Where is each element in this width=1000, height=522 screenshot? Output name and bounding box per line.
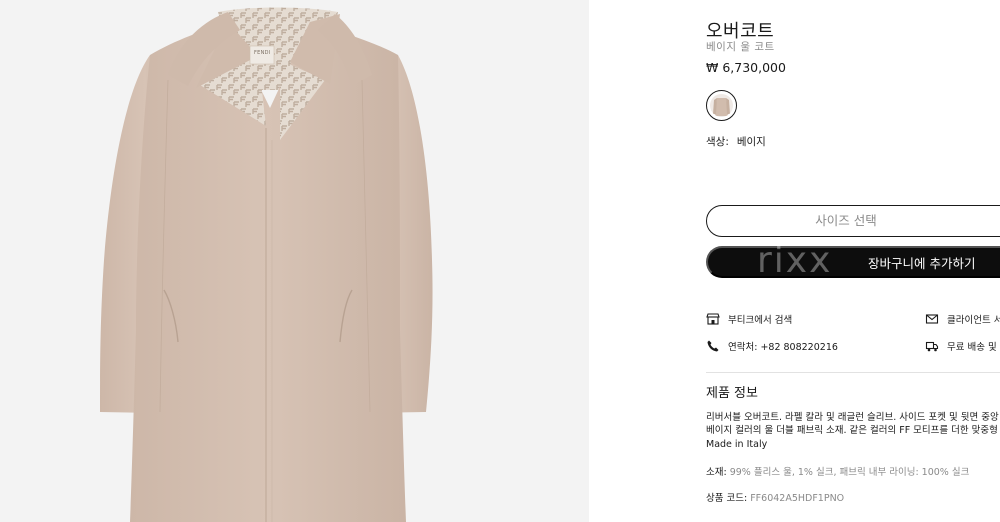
boutique-search-link[interactable]: 부티크에서 검색 (706, 312, 792, 326)
color-value: 베이지 (736, 136, 766, 148)
description-line-1: 리버서블 오버코트. 라펠 칼라 및 래글런 슬리브. 사이드 포켓 및 뒷면 … (706, 412, 999, 423)
product-image[interactable]: FENDI (0, 0, 589, 522)
add-to-cart-label: 장바구니에 추가하기 (868, 256, 976, 271)
client-service-label: 클라이언트 서 (947, 315, 1000, 326)
boutique-search-label: 부티크에서 검색 (728, 315, 793, 326)
truck-icon (925, 339, 939, 353)
product-code-row: 상품 코드: FF6042A5HDF1PNO (706, 490, 844, 504)
store-icon (706, 312, 720, 326)
description-line-2: 베이지 컬러의 울 더블 패브릭 소재. 같은 컬러의 FF 모티프를 더한 맞… (706, 424, 998, 436)
add-to-cart-button[interactable]: 장바구니에 추가하기 (706, 246, 1000, 278)
contact-link[interactable]: 연락처: +82 808220216 (706, 339, 838, 353)
product-price: ₩ 6,730,000 (706, 60, 786, 75)
phone-icon (706, 339, 720, 353)
material-value: 99% 플리스 울, 1% 실크, 패브릭 내부 라이닝: 100% 실크 (729, 467, 970, 478)
product-details: 오버코트 베이지 울 코트 ₩ 6,730,000 색상: 베이지 사이즈 선택 … (589, 0, 1000, 522)
material-row: 소재: 99% 플리스 울, 1% 실크, 패브릭 내부 라이닝: 100% 실… (706, 464, 969, 478)
product-subtitle: 베이지 울 코트 (706, 41, 775, 53)
swatch-thumbnail (710, 94, 733, 117)
section-divider (706, 372, 1000, 373)
coat-image (100, 7, 433, 522)
product-code-value: FF6042A5HDF1PNO (750, 493, 845, 504)
contact-label: 연락처: +82 808220216 (728, 342, 838, 353)
material-label: 소재: (706, 467, 727, 478)
color-info: 색상: 베이지 (706, 134, 766, 149)
product-description: 리버서블 오버코트. 라펠 칼라 및 래글런 슬리브. 사이드 포켓 및 뒷면 … (706, 412, 1000, 437)
color-label: 색상: (706, 136, 729, 148)
coat-label-text: FENDI (254, 50, 271, 56)
color-swatch-beige[interactable] (706, 90, 737, 121)
client-service-link[interactable]: 클라이언트 서 (925, 312, 1000, 326)
made-in: Made in Italy (706, 439, 768, 450)
shipping-link[interactable]: 무료 배송 및 (925, 339, 997, 353)
product-info-title[interactable]: 제품 정보 (706, 382, 758, 401)
shipping-label: 무료 배송 및 (947, 342, 997, 353)
mail-icon (925, 312, 939, 326)
product-code-label: 상품 코드: (706, 493, 748, 504)
size-select-button[interactable]: 사이즈 선택 (706, 205, 1000, 237)
